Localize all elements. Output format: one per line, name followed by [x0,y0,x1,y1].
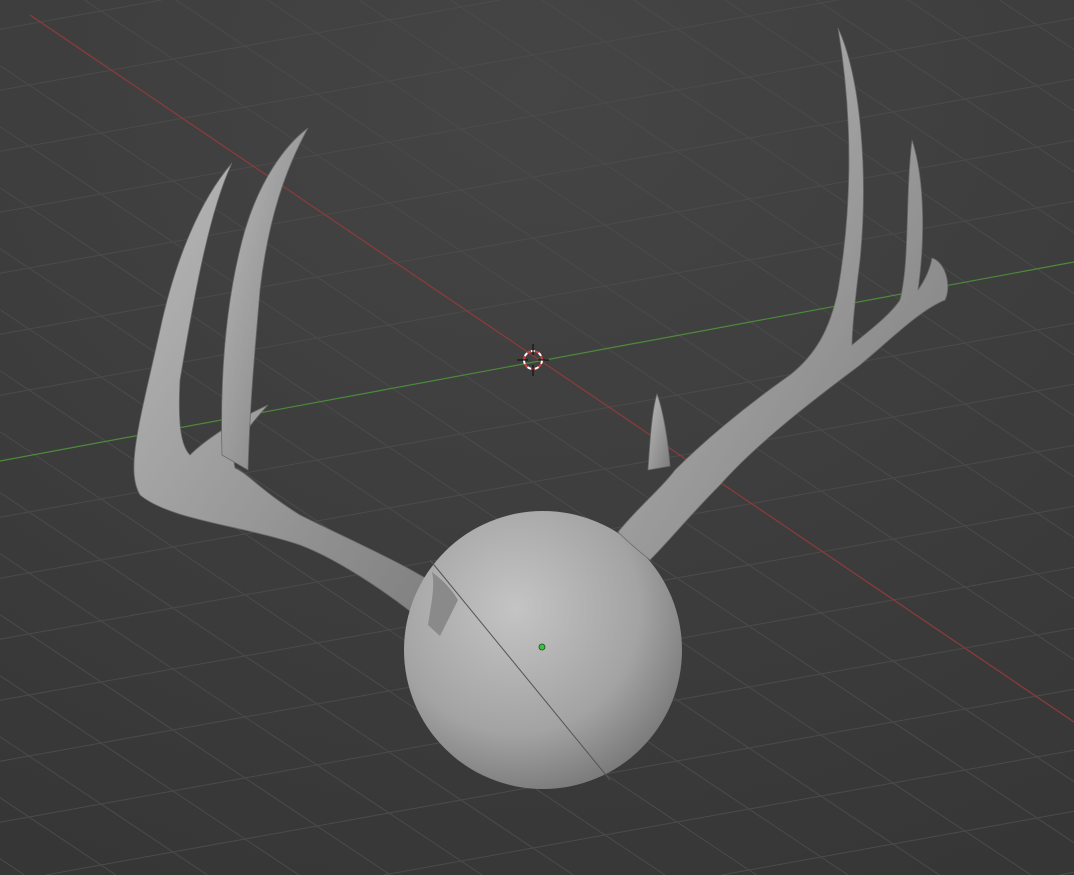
3d-viewport[interactable] [0,0,1074,875]
object-origin-icon [538,643,546,651]
viewport-canvas[interactable] [0,0,1074,875]
